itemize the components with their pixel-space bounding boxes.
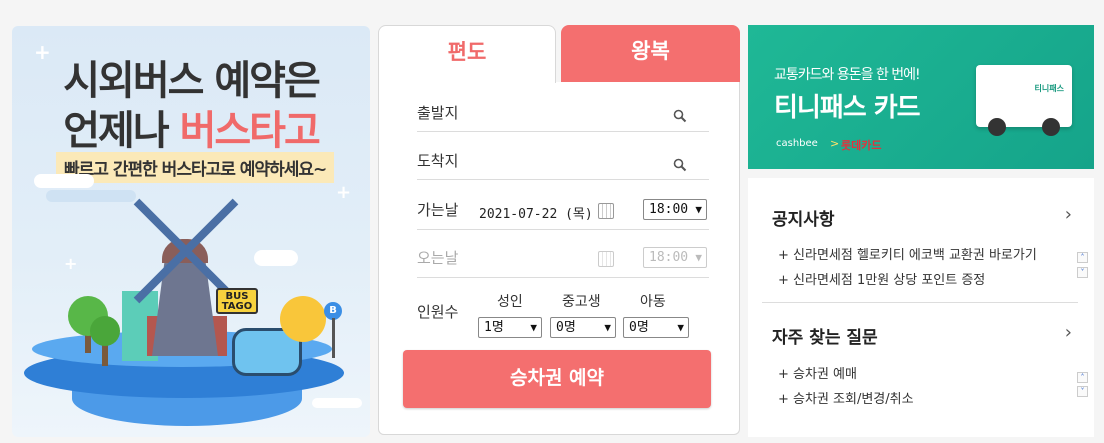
sparkle-icon: +	[34, 40, 51, 64]
departure-label: 출발지	[417, 104, 459, 122]
reservation-panel: 왕복 편도 출발지 도착지 가는날 2021-07-22 (목) 18:00 ▼…	[378, 25, 740, 435]
chevron-down-icon: ▼	[695, 203, 702, 216]
windmill-blade	[133, 198, 189, 254]
section-divider	[762, 302, 1078, 303]
student-select[interactable]: 0명 ▼	[550, 317, 616, 338]
search-icon[interactable]	[673, 158, 687, 172]
go-date-label: 가는날	[417, 201, 459, 219]
ad-subtitle: 교통카드와 용돈을 한 번에!	[774, 67, 921, 83]
bus-stop-pole	[332, 318, 335, 358]
wheel-illustration	[1042, 118, 1060, 136]
cashbee-logo: cashbee	[776, 138, 818, 149]
lotte-card-logo: 롯데카드	[841, 139, 882, 152]
scroll-down-icon[interactable]: ˅	[1077, 386, 1088, 397]
passengers-label: 인원수	[417, 303, 459, 321]
cloud-illustration	[34, 174, 94, 188]
chevron-down-icon: ▼	[604, 321, 611, 334]
faq-title[interactable]: 자주 찾는 질문	[772, 323, 878, 348]
arrival-label: 도착지	[417, 152, 459, 170]
sparkle-icon: +	[64, 254, 78, 273]
child-select[interactable]: 0명 ▼	[623, 317, 689, 338]
bus-tago-sign: BUS TAGO	[216, 288, 258, 314]
chevron-down-icon: ▼	[530, 321, 537, 334]
reserve-button[interactable]: 승차권 예약	[403, 350, 711, 408]
return-date-row: 오는날 18:00 ▼	[417, 232, 709, 278]
page: 시외버스 예약은 언제나 버스타고 빠르고 간편한 버스타고로 예약하세요~ +…	[0, 0, 1104, 443]
promo-title-accent: 버스타고	[179, 108, 321, 154]
return-time-select: 18:00 ▼	[643, 247, 707, 268]
child-value: 0명	[629, 320, 649, 335]
search-icon[interactable]	[673, 109, 687, 123]
student-label: 중고생	[562, 294, 601, 310]
cloud-illustration	[312, 398, 362, 408]
faq-item[interactable]: + 승차권 예매	[778, 363, 857, 382]
scroll-up-icon[interactable]: ˄	[1077, 252, 1088, 263]
bee-mascot-illustration	[280, 296, 326, 342]
wheel-illustration	[988, 118, 1006, 136]
calendar-icon	[598, 251, 614, 267]
cloud-illustration	[254, 250, 298, 266]
tab-one-way[interactable]: 편도	[378, 25, 556, 83]
scroll-up-icon[interactable]: ˄	[1077, 372, 1088, 383]
sparkle-icon: +	[336, 182, 352, 203]
go-date-value[interactable]: 2021-07-22 (목)	[479, 203, 593, 222]
adult-value: 1명	[484, 320, 504, 335]
calendar-icon[interactable]	[598, 203, 614, 219]
student-value: 0명	[556, 320, 576, 335]
return-time-value: 18:00	[649, 250, 689, 265]
child-label: 아동	[640, 294, 666, 310]
chevron-down-icon: ▼	[695, 251, 702, 264]
notice-item[interactable]: + 신라면세점 1만원 상당 포인트 증정	[778, 269, 985, 288]
go-time-select[interactable]: 18:00 ▼	[643, 199, 707, 220]
cloud-illustration	[46, 190, 136, 202]
promo-title-prefix: 언제나	[63, 108, 180, 154]
return-date-label: 오는날	[417, 249, 459, 267]
notice-item[interactable]: + 신라면세점 헬로키티 에코백 교환권 바로가기	[778, 244, 1037, 263]
promo-title-line2: 언제나 버스타고	[12, 98, 370, 156]
card-illustration: 티니패스	[976, 65, 1072, 127]
departure-field[interactable]: 출발지	[417, 90, 709, 132]
windmill-blade	[183, 198, 239, 254]
arrival-field[interactable]: 도착지	[417, 138, 709, 180]
adult-label: 성인	[497, 294, 523, 310]
ad-separator: >	[830, 137, 840, 150]
ad-title: 티니패스 카드	[774, 93, 921, 123]
tree-illustration	[90, 316, 120, 346]
promo-subtitle: 빠르고 간편한 버스타고로 예약하세요~	[56, 152, 335, 183]
chevron-down-icon: ▼	[677, 321, 684, 334]
go-date-row: 가는날 2021-07-22 (목) 18:00 ▼	[417, 186, 709, 230]
chevron-right-icon[interactable]: ›	[1065, 204, 1072, 225]
notice-title[interactable]: 공지사항	[772, 205, 835, 230]
info-box: 공지사항 › + 신라면세점 헬로키티 에코백 교환권 바로가기 + 신라면세점…	[748, 178, 1094, 437]
tab-round-trip[interactable]: 왕복	[561, 25, 740, 83]
promo-banner[interactable]: 시외버스 예약은 언제나 버스타고 빠르고 간편한 버스타고로 예약하세요~ +…	[12, 26, 370, 437]
go-time-value: 18:00	[649, 202, 689, 217]
adult-select[interactable]: 1명 ▼	[478, 317, 542, 338]
faq-item[interactable]: + 승차권 조회/변경/취소	[778, 388, 914, 407]
tinypass-ad-banner[interactable]: 교통카드와 용돈을 한 번에! 티니패스 카드 cashbee > 롯데카드 티…	[748, 25, 1094, 169]
chevron-right-icon[interactable]: ›	[1065, 322, 1072, 343]
tree-illustration	[102, 344, 108, 366]
card-label: 티니패스	[1034, 84, 1064, 93]
scroll-down-icon[interactable]: ˅	[1077, 267, 1088, 278]
